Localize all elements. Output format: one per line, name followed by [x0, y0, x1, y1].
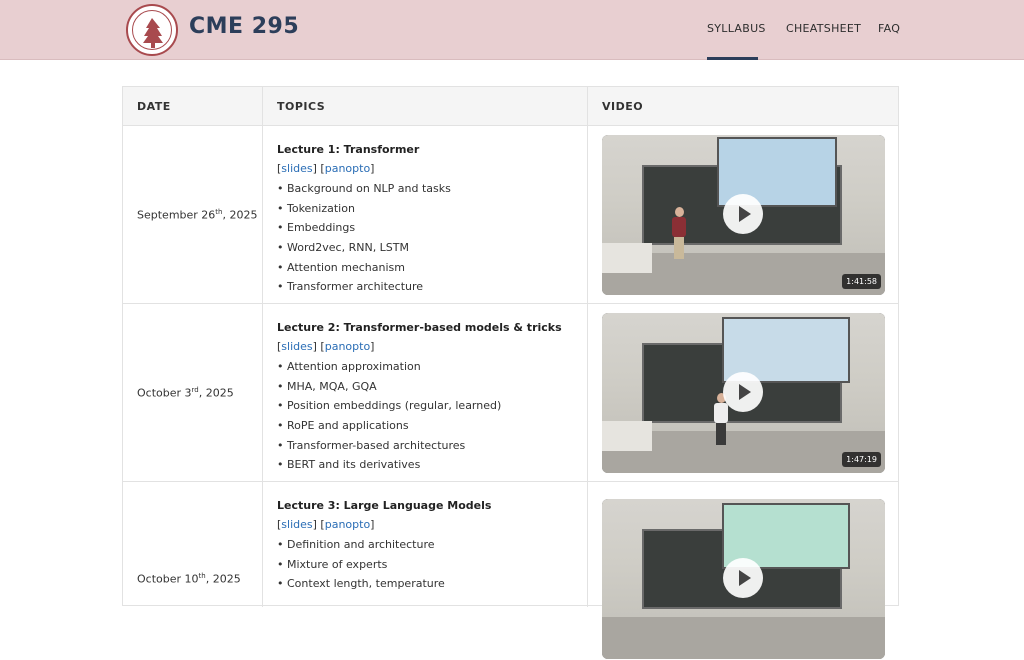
panopto-link[interactable]: panopto: [325, 518, 370, 531]
lecture-topics: Lecture 2: Transformer-based models & tr…: [277, 318, 577, 475]
active-nav-indicator: [707, 57, 758, 60]
topic-item: • Context length, temperature: [277, 577, 445, 591]
table-header: DATE TOPICS VIDEO: [123, 87, 898, 126]
topic-item-text: Word2vec, RNN, LSTM: [287, 241, 410, 255]
topic-item-text: Embeddings: [287, 221, 356, 235]
slides-link[interactable]: slides: [281, 340, 312, 353]
table-row-lecture-1: September 26th, 2025 Lecture 1: Transfor…: [123, 126, 898, 304]
topic-item-text: RoPE and applications: [287, 419, 409, 433]
lecture-video-thumbnail[interactable]: [602, 499, 885, 659]
topic-item-text: Context length, temperature: [287, 577, 445, 591]
column-header-video: VIDEO: [602, 100, 644, 113]
topic-item: • Attention mechanism: [277, 260, 405, 274]
date-year: , 2025: [205, 572, 241, 586]
topic-item: • MHA, MQA, GQA: [277, 379, 377, 393]
table-row-lecture-3: October 10th, 2025 Lecture 3: Large Lang…: [123, 482, 898, 660]
lecture-title: Lecture 1: Transformer: [277, 143, 420, 156]
topic-item: • Tokenization: [277, 201, 355, 215]
course-title[interactable]: CME 295: [189, 14, 299, 39]
topic-item: • Transformer architecture: [277, 280, 424, 294]
bench: [602, 243, 652, 273]
panopto-link[interactable]: panopto: [325, 162, 370, 175]
lecturer: [672, 207, 686, 259]
topic-item-text: Mixture of experts: [287, 557, 388, 571]
topic-item: • Embeddings: [277, 221, 356, 235]
slides-link[interactable]: slides: [281, 162, 312, 175]
date-year: , 2025: [222, 208, 258, 222]
lecture-topics: Lecture 3: Large Language Models [slides…: [277, 496, 577, 594]
lecture-links: [slides] [panopto]: [277, 162, 375, 175]
lecturer-legs: [716, 423, 726, 445]
topic-item-text: MHA, MQA, GQA: [287, 379, 377, 393]
date-suffix: rd: [191, 386, 199, 394]
nav-syllabus[interactable]: SYLLABUS: [707, 22, 766, 35]
site-header: CME 295 SYLLABUS CHEATSHEET FAQ: [0, 0, 1024, 60]
column-header-topics: TOPICS: [277, 100, 326, 113]
topic-item: • Background on NLP and tasks: [277, 182, 451, 195]
topic-item: • Mixture of experts: [277, 557, 388, 571]
topic-item-text: Tokenization: [287, 201, 355, 215]
lecturer-head: [675, 207, 684, 217]
lecture-video-thumbnail[interactable]: 1:47:19: [602, 313, 885, 473]
tree-icon: [143, 18, 163, 48]
date-year: , 2025: [198, 386, 234, 400]
topic-item: • Attention approximation: [277, 360, 421, 373]
lecture-title: Lecture 3: Large Language Models: [277, 499, 492, 512]
syllabus-table: DATE TOPICS VIDEO September 26th, 2025 L…: [122, 86, 899, 659]
topic-item-text: Attention approximation: [287, 360, 421, 373]
topic-item: • BERT and its derivatives: [277, 458, 421, 472]
video-duration: 1:47:19: [842, 452, 881, 467]
topic-item-text: Attention mechanism: [287, 260, 405, 274]
topic-item-text: BERT and its derivatives: [287, 458, 421, 472]
topic-item-text: Transformer architecture: [287, 280, 424, 294]
topic-item: • Definition and architecture: [277, 538, 435, 551]
lecture-links: [slides] [panopto]: [277, 340, 375, 353]
lecture-topics: Lecture 1: Transformer [slides] [panopto…: [277, 140, 577, 297]
panopto-link[interactable]: panopto: [325, 340, 370, 353]
date-text: September 26: [137, 208, 216, 222]
nav-cheatsheet[interactable]: CHEATSHEET: [786, 22, 861, 35]
date-text: October 3: [137, 386, 192, 400]
lecturer-legs: [674, 237, 684, 259]
topic-item-text: Definition and architecture: [287, 538, 435, 551]
lecturer-body: [714, 403, 728, 423]
lecturer-body: [672, 217, 686, 237]
topic-item-text: Position embeddings (regular, learned): [287, 399, 502, 413]
video-duration: 1:41:58: [842, 274, 881, 289]
lecture-date: October 3rd, 2025: [137, 386, 234, 400]
lecture-date: September 26th, 2025: [137, 208, 257, 222]
topic-item: • RoPE and applications: [277, 419, 409, 433]
topic-item: • Transformer-based architectures: [277, 438, 466, 452]
slides-link[interactable]: slides: [281, 518, 312, 531]
table-row-lecture-2: October 3rd, 2025 Lecture 2: Transformer…: [123, 304, 898, 482]
nav-faq[interactable]: FAQ: [878, 22, 900, 35]
topic-item-text: Background on NLP and tasks: [287, 182, 451, 195]
lecture-links: [slides] [panopto]: [277, 518, 375, 531]
lecture-video-thumbnail[interactable]: 1:41:58: [602, 135, 885, 295]
column-header-date: DATE: [137, 100, 171, 113]
play-icon[interactable]: [723, 194, 763, 234]
topic-item-text: Transformer-based architectures: [287, 438, 466, 452]
lecture-date: October 10th, 2025: [137, 572, 241, 586]
topic-item: • Position embeddings (regular, learned): [277, 399, 502, 413]
date-text: October 10: [137, 572, 199, 586]
stanford-seal-logo[interactable]: [126, 4, 178, 56]
topic-item: • Word2vec, RNN, LSTM: [277, 241, 410, 255]
lecture-title: Lecture 2: Transformer-based models & tr…: [277, 321, 562, 334]
lecture-floor: [602, 617, 885, 659]
date-suffix: th: [198, 572, 206, 580]
play-icon[interactable]: [723, 372, 763, 412]
bench: [602, 421, 652, 451]
play-icon[interactable]: [723, 558, 763, 598]
